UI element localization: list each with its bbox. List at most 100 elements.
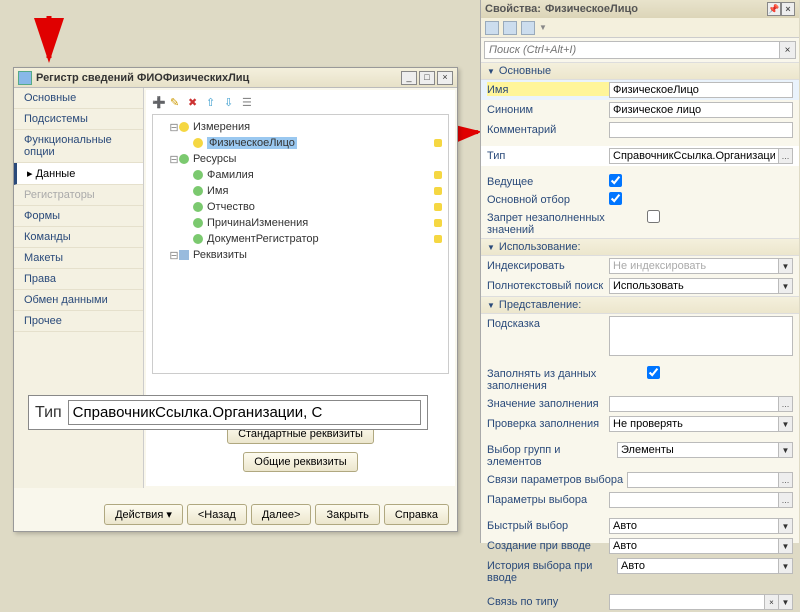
section-main[interactable]: ▼Основные	[481, 62, 799, 80]
sidebar-item-makety[interactable]: Макеты	[14, 248, 143, 269]
chevron-down-icon[interactable]: ▼	[779, 594, 793, 610]
chevron-down-icon[interactable]: ▼	[539, 23, 547, 32]
tree-node-selected[interactable]: ФизическоеЛицо	[207, 137, 297, 149]
section-use[interactable]: ▼Использование:	[481, 238, 799, 256]
chevron-down-icon[interactable]: ▼	[779, 442, 793, 458]
zoom-input[interactable]	[68, 400, 421, 425]
type-picker-button[interactable]: …	[779, 148, 793, 164]
tb-icon-1[interactable]	[485, 21, 499, 35]
prop-label-zval: Значение заполнения	[487, 396, 609, 410]
type-link-field[interactable]	[609, 594, 765, 610]
prop-label-zap: Запрет незаполненных значений	[487, 210, 647, 236]
tb-icon-2[interactable]	[503, 21, 517, 35]
params-field[interactable]	[609, 492, 779, 508]
picker-button[interactable]: …	[779, 472, 793, 488]
edit-icon[interactable]: ✎	[170, 96, 184, 110]
tree-node[interactable]: ДокументРегистратор	[207, 233, 319, 245]
common-attrs-button[interactable]: Общие реквизиты	[243, 452, 357, 472]
minimize-button[interactable]: _	[401, 71, 417, 85]
tree-node[interactable]: Фамилия	[207, 169, 254, 181]
sidebar-item-komandy[interactable]: Команды	[14, 227, 143, 248]
create-dropdown[interactable]	[609, 538, 779, 554]
param-links-field[interactable]	[627, 472, 779, 488]
chevron-down-icon[interactable]: ▼	[779, 416, 793, 432]
prop-label-crt: Создание при вводе	[487, 538, 609, 552]
close-button[interactable]: ×	[437, 71, 453, 85]
search-input[interactable]	[484, 41, 780, 59]
groups-dropdown[interactable]	[617, 442, 779, 458]
type-field[interactable]	[609, 148, 779, 164]
tree-node[interactable]: Измерения	[193, 121, 250, 133]
back-button[interactable]: <Назад	[187, 504, 247, 525]
name-field[interactable]	[609, 82, 793, 98]
chevron-down-icon[interactable]: ▼	[779, 518, 793, 534]
main-filter-checkbox[interactable]	[609, 192, 622, 205]
fill-checkbox[interactable]	[647, 366, 660, 379]
tb-icon-3[interactable]	[521, 21, 535, 35]
tree-node[interactable]: Ресурсы	[193, 153, 236, 165]
tree-node[interactable]: ПричинаИзменения	[207, 217, 308, 229]
sidebar-item-dannye[interactable]: ▸ Данные	[14, 163, 143, 185]
down-icon[interactable]: ⇩	[224, 96, 238, 110]
history-dropdown[interactable]	[617, 558, 779, 574]
sidebar-item-prochee[interactable]: Прочее	[14, 311, 143, 332]
tree-node[interactable]: Отчество	[207, 201, 255, 213]
next-button[interactable]: Далее>	[251, 504, 312, 525]
sidebar-item-podsistemy[interactable]: Подсистемы	[14, 109, 143, 130]
picker-button[interactable]: …	[779, 396, 793, 412]
sidebar-item-registratory[interactable]: Регистраторы	[14, 185, 143, 206]
chevron-down-icon[interactable]: ▼	[779, 538, 793, 554]
marker-icon	[434, 139, 442, 147]
tree-node[interactable]: Имя	[207, 185, 228, 197]
sidebar-item-prava[interactable]: Права	[14, 269, 143, 290]
prop-label-tip: Тип	[487, 148, 609, 162]
close-form-button[interactable]: Закрыть	[315, 504, 379, 525]
picker-button[interactable]: …	[779, 492, 793, 508]
sidebar-item-obmen[interactable]: Обмен данными	[14, 290, 143, 311]
panel-titlebar[interactable]: Свойства: ФизическоеЛицо 📌 ×	[481, 0, 799, 18]
sidebar-item-funkopt[interactable]: Функциональные опции	[14, 130, 143, 163]
sidebar-item-formy[interactable]: Формы	[14, 206, 143, 227]
hint-textarea[interactable]	[609, 316, 793, 356]
add-icon[interactable]: ➕	[152, 96, 166, 110]
sort-icon[interactable]: ☰	[242, 96, 256, 110]
check-dropdown[interactable]	[609, 416, 779, 432]
prop-label-fast: Быстрый выбор	[487, 518, 609, 532]
fill-value-field[interactable]	[609, 396, 779, 412]
help-button[interactable]: Справка	[384, 504, 449, 525]
section-view[interactable]: ▼Представление:	[481, 296, 799, 314]
app-icon	[18, 71, 32, 85]
zoom-callout: Тип	[28, 395, 428, 430]
window-title: Регистр сведений ФИОФизическихЛиц	[36, 72, 399, 84]
up-icon[interactable]: ⇧	[206, 96, 220, 110]
clear-search-icon[interactable]: ×	[780, 41, 796, 59]
prop-label-lnk: Связи параметров выбора	[487, 472, 627, 486]
comment-field[interactable]	[609, 122, 793, 138]
leading-checkbox[interactable]	[609, 174, 622, 187]
pin-icon[interactable]: 📌	[767, 2, 781, 16]
zoom-label: Тип	[35, 404, 62, 422]
tree-node[interactable]: Реквизиты	[193, 249, 247, 261]
index-dropdown[interactable]	[609, 258, 779, 274]
sidebar-item-osnovnye[interactable]: Основные	[14, 88, 143, 109]
fast-dropdown[interactable]	[609, 518, 779, 534]
chevron-down-icon[interactable]: ▼	[779, 258, 793, 274]
no-empty-checkbox[interactable]	[647, 210, 660, 223]
chevron-down-icon[interactable]: ▼	[779, 278, 793, 294]
panel-close-icon[interactable]: ×	[781, 2, 795, 16]
prop-label-grp: Выбор групп и элементов	[487, 442, 617, 468]
synonym-field[interactable]	[609, 102, 793, 118]
maximize-button[interactable]: □	[419, 71, 435, 85]
prop-label-rel: Связь по типу	[487, 594, 609, 608]
clear-button[interactable]: ×	[765, 594, 779, 610]
res-icon	[193, 202, 203, 212]
folder-icon	[179, 122, 189, 132]
chevron-down-icon[interactable]: ▼	[779, 558, 793, 574]
window-titlebar[interactable]: Регистр сведений ФИОФизическихЛиц _ □ ×	[14, 68, 457, 88]
actions-button[interactable]: Действия ▾	[104, 504, 183, 525]
marker-icon	[434, 219, 442, 227]
fulltext-dropdown[interactable]	[609, 278, 779, 294]
prop-label-name: Имя	[487, 82, 609, 96]
tree[interactable]: ⊟Измерения ФизическоеЛицо ⊟Ресурсы Фамил…	[152, 114, 449, 374]
delete-icon[interactable]: ✖	[188, 96, 202, 110]
